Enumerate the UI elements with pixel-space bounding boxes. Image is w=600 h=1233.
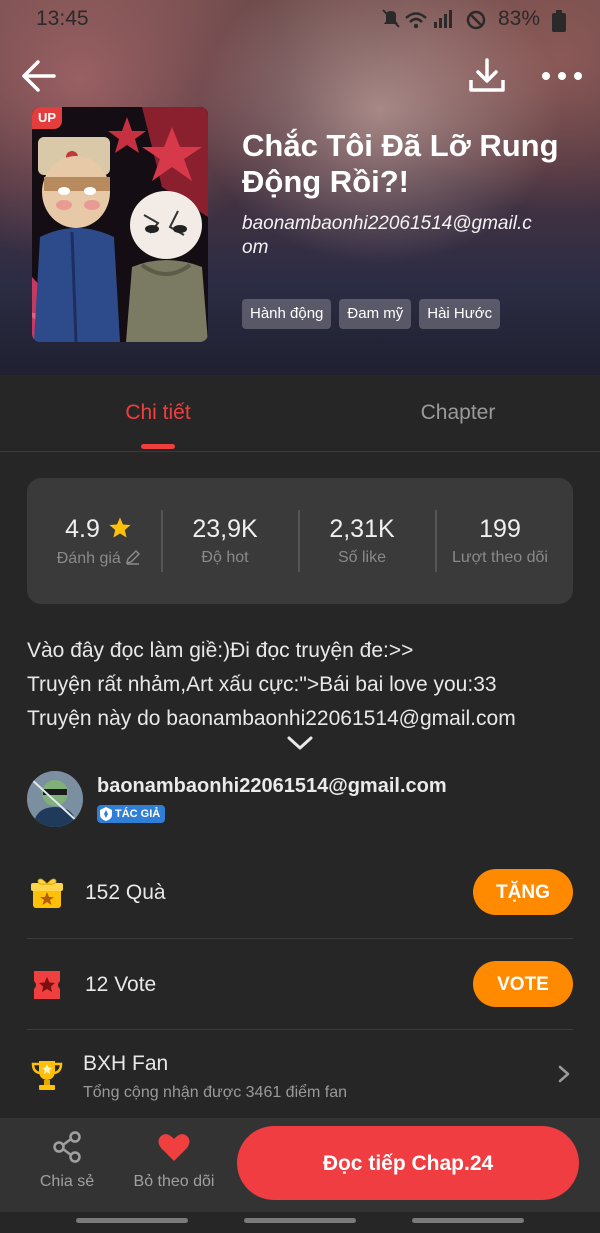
chevron-right-icon [558,1065,570,1083]
description-line: Truyện rất nhảm,Art xấu cực:">Bái bai lo… [27,673,497,696]
stat-rating[interactable]: 4.9 Đánh giá [31,514,167,568]
stat-label: Lượt theo dõi [452,549,548,566]
back-arrow-icon[interactable] [18,56,58,96]
vote-button[interactable]: VOTE [473,961,573,1007]
status-battery: 83% [498,7,541,30]
share-button[interactable]: Chia sẻ [27,1130,107,1191]
star-icon [109,517,131,538]
tab-detail[interactable]: Chi tiết [0,401,316,425]
stat-label: Đánh giá [56,550,121,567]
fan-ranking-subtitle: Tổng cộng nhận được 3461 điểm fan [83,1084,348,1101]
bottom-action-bar: Chia sẻ Bỏ theo dõi Đọc tiếp Chap.24 [0,1118,600,1212]
system-nav-bar [0,1212,600,1233]
stats-card: 4.9 Đánh giá 23,9K Độ hot 2,31K Số like … [27,478,573,604]
row-divider [27,938,573,939]
pencil-icon[interactable] [125,549,141,565]
status-icons [382,9,486,30]
stat-label: Số like [337,549,387,566]
unfollow-button[interactable]: Bỏ theo dõi [122,1130,226,1191]
genre-tag[interactable]: Hành động [242,299,332,329]
trophy-icon [31,1061,63,1090]
author-badge-icon [100,807,112,821]
more-options-icon[interactable] [538,60,586,92]
genre-tags: Hành động Đam mỹ Hài Hước [242,299,501,329]
gift-count: 152 Quà [85,881,166,904]
comic-author-email[interactable]: baonambaonhi22061514@gmail.com [242,212,542,260]
heart-icon [158,1134,190,1161]
stat-value: 23,9K [192,515,258,543]
nav-recents[interactable] [76,1218,188,1223]
tab-chapter[interactable]: Chapter [316,401,600,425]
stat-hot: 23,9K Độ hot [157,514,293,567]
nav-home[interactable] [244,1218,356,1223]
avatar-image [27,771,83,827]
download-icon[interactable] [466,56,508,96]
comic-description: Vào đây đọc làm giề:)Đi đọc truyện đe:>>… [27,634,587,736]
genre-tag[interactable]: Hài Hước [419,299,501,329]
share-label: Chia sẻ [39,1173,95,1190]
stat-value: 2,31K [329,515,395,543]
gift-icon [31,878,63,908]
comic-header: 13:45 83% UP Chắc Tôi Đã Lỡ Rung Động Rồ… [0,0,600,375]
author-name[interactable]: baonambaonhi22061514@gmail.com [97,775,447,798]
give-gift-button[interactable]: TẶNG [473,869,573,915]
detail-tabs: Chi tiết Chapter [0,375,600,452]
nav-back[interactable] [412,1218,524,1223]
stat-value-row: 4.9 [31,514,167,544]
author-badge-label: TÁC GIẢ [115,808,161,820]
fan-ranking-title: BXH Fan [83,1052,169,1075]
active-tab-indicator [141,444,175,449]
share-icon [53,1131,81,1163]
stat-value: 4.9 [65,515,100,543]
comic-cover[interactable]: UP [32,107,208,342]
stat-likes: 2,31K Số like [294,514,430,567]
stat-label-row: Đánh giá [31,549,167,568]
genre-tag[interactable]: Đam mỹ [339,299,412,329]
stat-label: Độ hot [201,549,249,566]
continue-reading-button[interactable]: Đọc tiếp Chap.24 [237,1126,579,1200]
vote-count: 12 Vote [85,973,157,996]
battery-icon [552,10,566,32]
unfollow-label: Bỏ theo dõi [133,1173,215,1190]
stat-followers: 199 Lượt theo dõi [432,514,568,567]
update-badge: UP [32,107,62,129]
author-avatar[interactable] [27,771,83,827]
expand-chevron-icon[interactable] [286,734,314,752]
status-time: 13:45 [36,7,89,30]
cover-illustration [32,107,208,342]
description-line: Truyện này do baonambaonhi22061514@gmail… [27,707,516,730]
vote-ticket-icon [34,971,60,999]
stat-value: 199 [479,515,521,543]
author-badge: TÁC GIẢ [97,805,166,823]
description-line: Vào đây đọc làm giề:)Đi đọc truyện đe:>> [27,639,414,662]
comic-title: Chắc Tôi Đã Lỡ Rung Động Rồi?! [242,128,559,199]
